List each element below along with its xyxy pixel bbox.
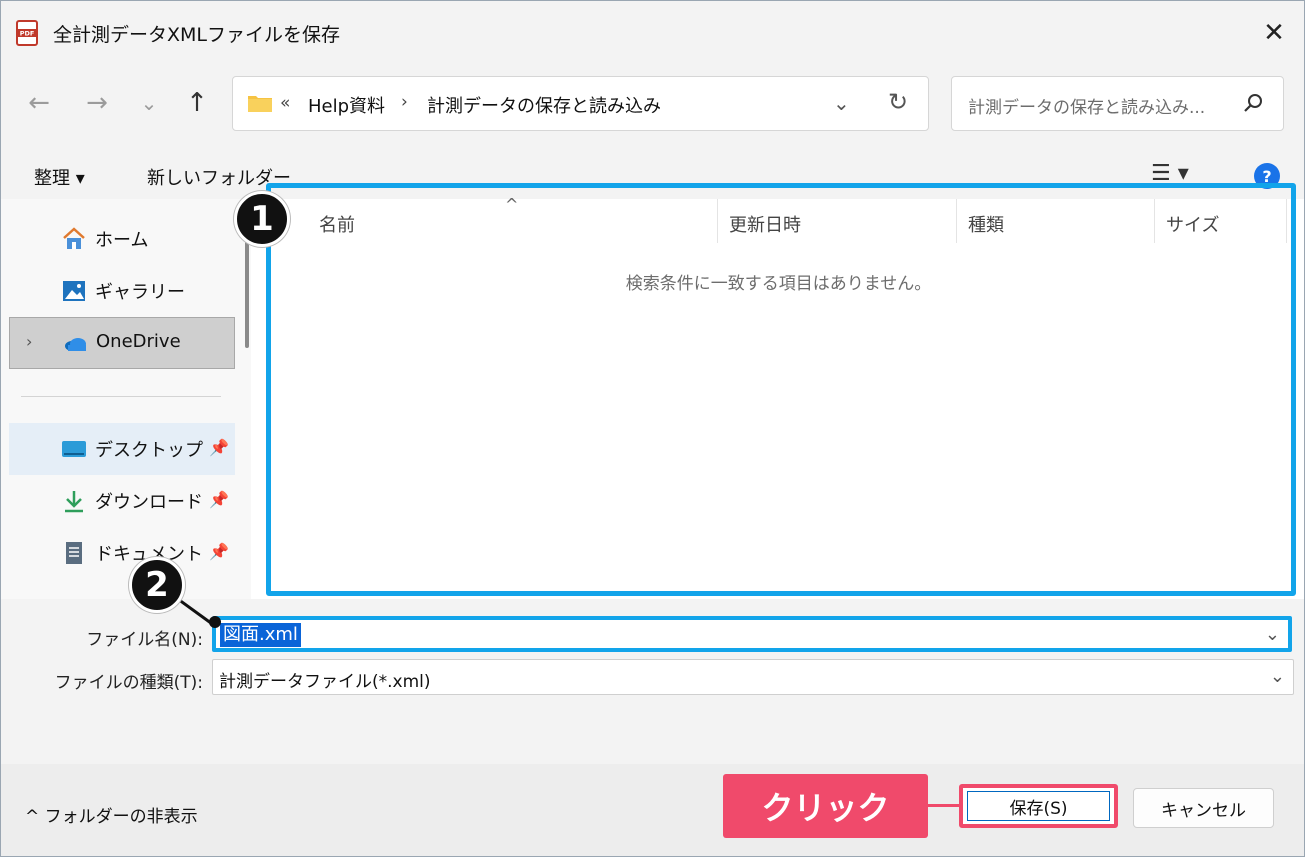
sidebar-item-label: OneDrive bbox=[96, 331, 181, 352]
folder-icon bbox=[248, 96, 272, 112]
filename-input[interactable]: 図面.xml ⌄ bbox=[212, 616, 1292, 652]
up-button[interactable]: ↑ bbox=[177, 83, 217, 123]
step-badge-2: 2 bbox=[129, 557, 185, 613]
annotation-pointer-line bbox=[177, 598, 213, 626]
search-icon[interactable] bbox=[1241, 91, 1265, 115]
pin-icon[interactable]: 📌 bbox=[209, 438, 229, 457]
breadcrumb-separator[interactable]: › bbox=[401, 92, 408, 112]
annotation-pointer-dot bbox=[209, 616, 221, 628]
filetype-label: ファイルの種類(T): bbox=[54, 673, 203, 693]
close-button[interactable]: ✕ bbox=[1244, 1, 1304, 65]
address-dropdown[interactable]: ⌄ bbox=[833, 91, 850, 115]
step-badge-1: 1 bbox=[234, 191, 290, 247]
filename-value[interactable]: 図面.xml bbox=[220, 623, 301, 647]
pin-icon[interactable]: 📌 bbox=[209, 490, 229, 509]
breadcrumb-current[interactable]: 計測データの保存と読み込み bbox=[427, 92, 661, 118]
address-overflow[interactable]: « bbox=[280, 93, 290, 113]
download-icon bbox=[65, 491, 83, 513]
home-icon bbox=[63, 227, 85, 249]
chevron-down-icon[interactable]: ⌄ bbox=[1270, 666, 1285, 687]
sidebar-item-label: ダウンロード bbox=[95, 492, 203, 513]
recent-locations-button[interactable]: ⌄ bbox=[129, 83, 169, 123]
search-box[interactable]: 計測データの保存と読み込み... bbox=[951, 76, 1284, 131]
sidebar-item-label: デスクトップ bbox=[95, 440, 203, 461]
expand-chevron-icon[interactable]: › bbox=[26, 332, 32, 351]
sidebar-item-desktop[interactable]: デスクトップ 📌 bbox=[9, 423, 235, 475]
sidebar-item-label: ホーム bbox=[95, 230, 149, 251]
sidebar-item-documents[interactable]: ドキュメント 📌 bbox=[9, 527, 235, 579]
save-button-highlight: 保存(S) bbox=[959, 784, 1118, 828]
breadcrumb-help[interactable]: Help資料 bbox=[308, 92, 385, 118]
onedrive-cloud-icon bbox=[65, 338, 86, 351]
desktop-icon bbox=[62, 441, 86, 457]
filetype-value: 計測データファイル(*.xml) bbox=[219, 672, 431, 692]
window-title: 全計測データXMLファイルを保存 bbox=[53, 24, 340, 46]
hide-folders-toggle[interactable]: ^ フォルダーの非表示 bbox=[25, 802, 198, 827]
save-dialog: PDF 全計測データXMLファイルを保存 ✕ ← → ⌄ ↑ « Help資料 … bbox=[0, 0, 1305, 857]
sidebar-item-home[interactable]: ホーム bbox=[9, 213, 235, 265]
refresh-button[interactable]: ↻ bbox=[888, 88, 908, 116]
click-callout: クリック bbox=[723, 774, 928, 838]
title-bar: PDF 全計測データXMLファイルを保存 ✕ bbox=[1, 1, 1304, 65]
filetype-select[interactable]: 計測データファイル(*.xml) ⌄ bbox=[212, 659, 1294, 695]
search-placeholder: 計測データの保存と読み込み... bbox=[968, 98, 1206, 118]
sidebar-item-gallery[interactable]: ギャラリー bbox=[9, 265, 235, 317]
sidebar-item-onedrive[interactable]: › OneDrive bbox=[9, 317, 235, 369]
click-callout-connector bbox=[928, 804, 962, 807]
file-list-highlight bbox=[266, 183, 1296, 596]
navigation-pane: ホーム ギャラリー › OneDrive デスクトップ 📌 ダウンロード 📌 ド… bbox=[1, 199, 251, 599]
pin-icon[interactable]: 📌 bbox=[209, 542, 229, 561]
svg-text:PDF: PDF bbox=[20, 30, 35, 38]
save-button[interactable]: 保存(S) bbox=[967, 791, 1110, 821]
address-bar[interactable]: « Help資料 › 計測データの保存と読み込み ⌄ ↻ bbox=[232, 76, 929, 131]
pdf-app-icon: PDF bbox=[16, 20, 38, 46]
forward-button[interactable]: → bbox=[77, 83, 117, 123]
filename-label: ファイル名(N): bbox=[86, 630, 203, 650]
sidebar-item-label: ギャラリー bbox=[95, 282, 185, 303]
chevron-down-icon[interactable]: ⌄ bbox=[1265, 624, 1280, 645]
cancel-button[interactable]: キャンセル bbox=[1133, 788, 1274, 828]
back-button[interactable]: ← bbox=[19, 83, 59, 123]
sidebar-divider bbox=[21, 396, 221, 397]
sidebar-item-downloads[interactable]: ダウンロード 📌 bbox=[9, 475, 235, 527]
organize-menu[interactable]: 整理 ▾ bbox=[34, 164, 85, 190]
document-icon bbox=[66, 542, 82, 564]
gallery-icon bbox=[63, 281, 85, 301]
